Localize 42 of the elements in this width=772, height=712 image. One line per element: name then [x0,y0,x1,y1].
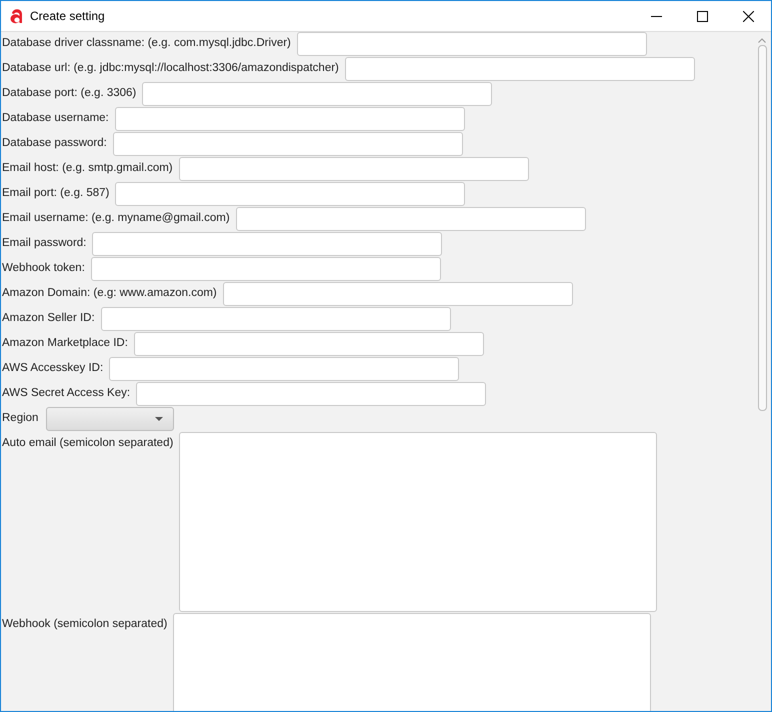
input-field[interactable] [344,57,695,81]
field-label: Database password: [1,136,107,151]
scroll-up-icon[interactable] [758,38,766,43]
input-field[interactable] [92,232,442,256]
input-field[interactable] [222,282,573,306]
field-label: Email port: (e.g. 587) [1,186,110,201]
input-field[interactable] [114,107,465,131]
field-label: Database username: [1,111,109,126]
maximize-icon [696,10,708,22]
field-label: Region [1,411,38,426]
field-label: Webhook (semicolon separated) [1,617,168,632]
field-label: Amazon Marketplace ID: [1,336,128,351]
input-field[interactable] [296,32,647,56]
app-logo-icon [10,8,24,24]
field-label: Database driver classname: (e.g. com.mysql.jdbc.Driver) [1,36,291,51]
field-label: Email username: (e.g. myname@gmail.com) [1,211,230,226]
region-dropdown[interactable] [46,407,174,431]
field-label: Amazon Seller ID: [1,311,95,326]
field-label: Webhook token: [1,261,85,276]
scrollbar-thumb[interactable] [758,45,766,411]
window-title: Create setting [30,8,105,25]
field-label: Email host: (e.g. smtp.gmail.com) [1,161,173,176]
field-label: Auto email (semicolon separated) [1,436,174,451]
input-field[interactable] [109,357,460,381]
field-label: Database url: (e.g. jdbc:mysql://localhost:3306/amazondispatcher) [1,61,339,76]
input-field[interactable] [136,382,486,406]
input-field[interactable] [142,82,492,106]
field-label: Email password: [1,236,86,251]
field-label: AWS Secret Access Key: [1,386,130,401]
caret-icon [155,417,164,421]
field-label: AWS Accesskey ID: [1,361,104,376]
field-label: Database port: (e.g. 3306) [1,86,136,101]
input-field[interactable] [178,157,529,181]
text-area[interactable] [179,432,658,612]
input-field[interactable] [134,332,484,356]
close-icon [742,10,754,22]
input-field[interactable] [112,132,463,156]
input-field[interactable] [236,207,586,231]
input-field[interactable] [100,307,451,331]
input-field[interactable] [90,257,441,281]
field-label: Amazon Domain: (e.g: www.amazon.com) [1,286,217,301]
input-field[interactable] [115,182,466,206]
